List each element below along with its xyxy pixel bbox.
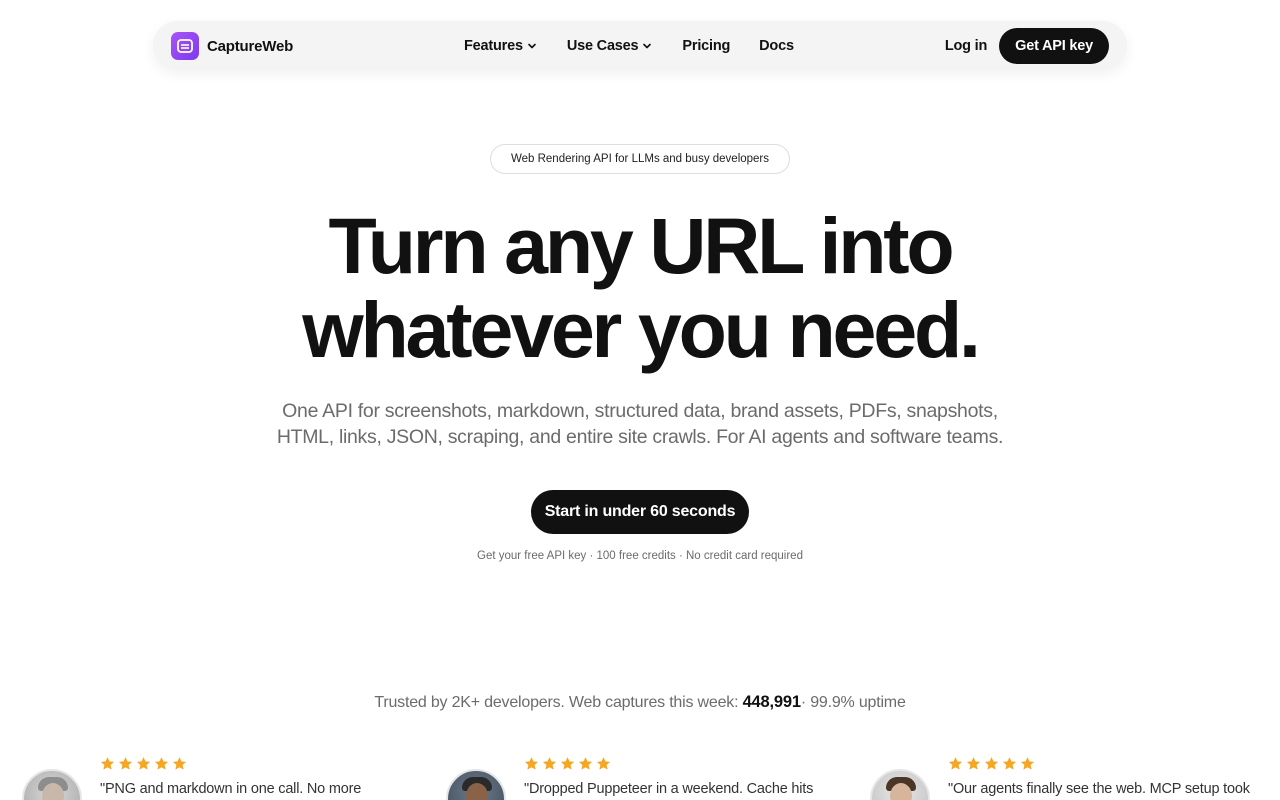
nav-actions: Log in Get API key xyxy=(945,28,1109,64)
start-cta-button[interactable]: Start in under 60 seconds xyxy=(531,490,749,534)
get-api-key-button[interactable]: Get API key xyxy=(999,28,1109,64)
trust-suffix: · 99.9% uptime xyxy=(800,694,906,711)
star-icon xyxy=(154,757,169,770)
star-icon xyxy=(136,757,151,770)
star-icon xyxy=(542,757,557,770)
avatar xyxy=(22,769,82,800)
hero-badge: Web Rendering API for LLMs and busy deve… xyxy=(490,144,790,174)
testimonial-card: "Dropped Puppeteer in a weekend. Cache h… xyxy=(446,754,813,800)
hero-headline-line-1: Turn any URL into xyxy=(328,201,955,290)
hero-subheading-line-2: HTML, links, JSON, scraping, and entire … xyxy=(276,426,1004,448)
testimonial-quote: "Dropped Puppeteer in a weekend. Cache h… xyxy=(524,781,814,797)
star-icon xyxy=(172,757,187,770)
star-icon xyxy=(524,757,539,770)
nav-links: Features Use Cases Pricing Docs xyxy=(464,21,794,70)
brand[interactable]: CaptureWeb xyxy=(171,32,293,60)
star-icon xyxy=(118,757,133,770)
trust-prefix: Trusted by 2K+ developers. Web captures … xyxy=(374,694,743,711)
testimonial-quote: "PNG and markdown in one call. No more xyxy=(100,781,362,797)
nav-docs[interactable]: Docs xyxy=(759,38,794,54)
hero-subheading-line-1: One API for screenshots, markdown, struc… xyxy=(282,400,998,422)
nav-features[interactable]: Features xyxy=(464,38,537,54)
nav-use-cases-label: Use Cases xyxy=(566,37,639,54)
hero-headline-line-2: whatever you need. xyxy=(302,285,981,374)
hero-subheading: One API for screenshots, markdown, struc… xyxy=(240,398,1040,450)
star-icon xyxy=(100,757,115,770)
star-icon xyxy=(1002,757,1017,770)
star-icon xyxy=(596,757,611,770)
nav-features-label: Features xyxy=(464,37,523,54)
nav-use-cases[interactable]: Use Cases xyxy=(567,38,653,54)
star-icon xyxy=(948,757,963,770)
rating-stars xyxy=(100,756,187,771)
testimonial-card: "PNG and markdown in one call. No more xyxy=(22,754,382,800)
star-icon xyxy=(1020,757,1035,770)
avatar xyxy=(870,769,930,800)
top-navbar: CaptureWeb Features Use Cases Pricing Do… xyxy=(153,21,1127,70)
captures-count: 448,991 xyxy=(742,693,801,711)
cta-note: Get your free API key · 100 free credits… xyxy=(477,550,803,562)
star-icon xyxy=(560,757,575,770)
chevron-down-icon xyxy=(643,43,652,48)
rating-stars xyxy=(524,756,611,771)
testimonial-quote: "Our agents finally see the web. MCP set… xyxy=(948,781,1250,797)
testimonial-card: "Our agents finally see the web. MCP set… xyxy=(870,754,1250,800)
star-icon xyxy=(966,757,981,770)
hero-headline: Turn any URL into whatever you need. xyxy=(0,204,1280,372)
star-icon xyxy=(984,757,999,770)
avatar xyxy=(446,769,506,800)
star-icon xyxy=(578,757,593,770)
rating-stars xyxy=(948,756,1035,771)
nav-pricing[interactable]: Pricing xyxy=(682,38,730,54)
capture-logo-icon xyxy=(171,32,199,60)
brand-name: CaptureWeb xyxy=(207,37,294,55)
trust-line: Trusted by 2K+ developers. Web captures … xyxy=(0,693,1280,712)
chevron-down-icon xyxy=(528,43,536,48)
login-link[interactable]: Log in xyxy=(945,38,987,54)
